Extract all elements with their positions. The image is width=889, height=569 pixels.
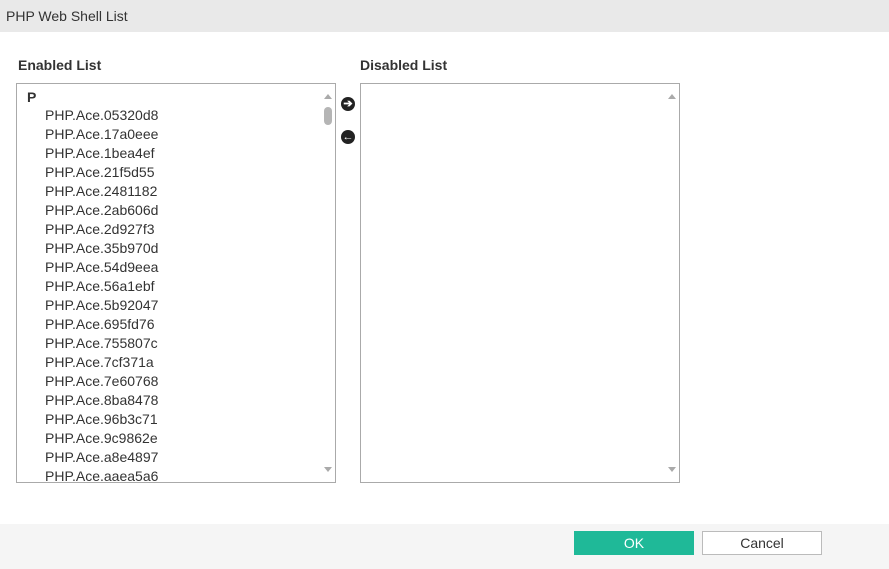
enabled-list-label: Enabled List <box>18 57 102 73</box>
scroll-down-icon[interactable] <box>668 467 676 472</box>
list-item[interactable]: PHP.Ace.695fd76 <box>45 315 158 334</box>
list-item[interactable]: PHP.Ace.35b970d <box>45 239 158 258</box>
ok-button[interactable]: OK <box>574 531 694 555</box>
list-item[interactable]: PHP.Ace.2ab606d <box>45 201 158 220</box>
list-item[interactable]: PHP.Ace.54d9eea <box>45 258 158 277</box>
list-item[interactable]: PHP.Ace.21f5d55 <box>45 163 158 182</box>
list-item[interactable]: PHP.Ace.a8e4897 <box>45 448 158 467</box>
group-header: P <box>27 89 37 105</box>
list-item[interactable]: PHP.Ace.9c9862e <box>45 429 158 448</box>
list-item[interactable]: PHP.Ace.17a0eee <box>45 125 158 144</box>
list-item[interactable]: PHP.Ace.05320d8 <box>45 106 158 125</box>
scroll-down-icon[interactable] <box>324 467 332 472</box>
list-item[interactable]: PHP.Ace.755807c <box>45 334 158 353</box>
list-item[interactable]: PHP.Ace.7e60768 <box>45 372 158 391</box>
dialog-title: PHP Web Shell List <box>0 0 889 32</box>
cancel-button[interactable]: Cancel <box>702 531 822 555</box>
list-item[interactable]: PHP.Ace.aaea5a6 <box>45 467 158 482</box>
list-item[interactable]: PHP.Ace.96b3c71 <box>45 410 158 429</box>
disabled-list-label: Disabled List <box>360 57 448 73</box>
list-item[interactable]: PHP.Ace.2481182 <box>45 182 158 201</box>
scroll-up-icon[interactable] <box>668 94 676 99</box>
enabled-list[interactable]: P PHP.Ace.05320d8 PHP.Ace.17a0eee PHP.Ace.… <box>16 83 336 483</box>
move-right-button[interactable]: ➔ <box>341 97 355 111</box>
list-item[interactable]: PHP.Ace.1bea4ef <box>45 144 158 163</box>
scrollbar-thumb[interactable] <box>324 107 332 125</box>
list-item[interactable]: PHP.Ace.7cf371a <box>45 353 158 372</box>
list-item[interactable]: PHP.Ace.2d927f3 <box>45 220 158 239</box>
enabled-items: PHP.Ace.05320d8 PHP.Ace.17a0eee PHP.Ace.1b… <box>45 106 158 482</box>
list-item[interactable]: PHP.Ace.56a1ebf <box>45 277 158 296</box>
move-left-button[interactable]: ← <box>341 130 355 144</box>
list-item[interactable]: PHP.Ace.8ba8478 <box>45 391 158 410</box>
scroll-up-icon[interactable] <box>324 94 332 99</box>
disabled-list[interactable] <box>360 83 680 483</box>
list-item[interactable]: PHP.Ace.5b92047 <box>45 296 158 315</box>
